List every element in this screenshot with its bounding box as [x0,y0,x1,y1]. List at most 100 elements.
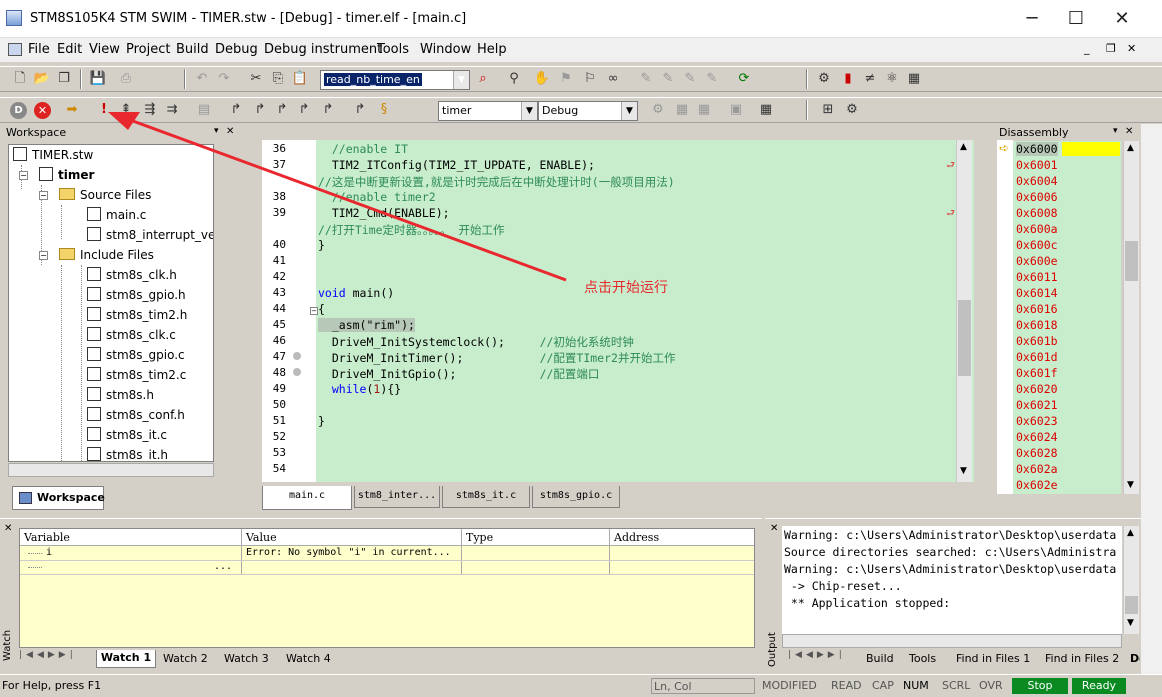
col-variable[interactable]: Variable [24,531,70,544]
doc-icon[interactable] [8,43,22,56]
step-over-icon[interactable]: ⇉ [162,100,182,120]
scroll-up-icon[interactable]: ▲ [1127,143,1134,153]
code-line[interactable]: //enable timer2 [318,190,436,204]
watch-row-value[interactable]: Error: No symbol "i" in current... [246,547,451,558]
code-line[interactable]: DriveM_InitSystemclock(); //初始化系统时钟 [318,334,634,350]
code-line[interactable]: while(1){} [318,382,401,396]
tab-workspace[interactable]: Workspace [12,486,105,510]
watch-grid[interactable]: Variable Value Type Address i Error: No … [19,528,755,648]
toggle-bookmark-icon[interactable]: ⚐ [580,69,600,89]
target-combo[interactable]: timer ▼ [438,101,538,121]
glasses-icon[interactable]: ∞ [603,69,623,89]
breakpoint-prev-icon[interactable]: ✎ [680,69,700,89]
tab-tools[interactable]: Tools [909,652,936,665]
scroll-up-icon[interactable]: ▲ [960,142,967,152]
code-line[interactable]: DriveM_InitTimer(); //配置TImer2并开始工作 [318,350,676,366]
tab-nav-arrows[interactable]: |◀◀▶▶| [788,650,860,666]
disasm-address[interactable]: 0x602e [1016,478,1058,492]
disasm-scrollbar[interactable]: ▲ ▼ [1123,141,1139,494]
panel-dropdown-icon[interactable]: ▾ [214,126,219,136]
tab-watch-4[interactable]: Watch 4 [286,652,331,665]
output-scrollbar[interactable]: ▲ ▼ [1123,526,1139,634]
disasm-address[interactable]: 0x6021 [1016,398,1058,412]
breakpoint-marker-icon[interactable] [293,352,301,360]
tree-file[interactable]: stm8s_gpio.h [87,285,186,305]
menu-tools[interactable]: Tools [377,42,409,57]
chevron-down-icon[interactable]: ▼ [521,102,537,120]
editor-scrollbar[interactable]: ▲ ▼ [956,140,972,482]
tree-file[interactable]: stm8_interrupt_vec [87,225,213,245]
scroll-up-icon[interactable]: ▲ [1127,528,1134,538]
window-layout-icon[interactable]: ⊞ [818,100,838,120]
scrollbar-thumb[interactable] [1125,241,1138,281]
disasm-address[interactable]: 0x601b [1016,334,1058,348]
restart-icon[interactable]: ⇞ [116,100,136,120]
menu-window[interactable]: Window [420,42,471,57]
code-editor[interactable]: 36 37 38 39 40 41 42 43 44 45 46 47 48 49 50 51 52 53 54 /… [262,140,974,482]
tree-file[interactable]: stm8s_clk.c [87,325,176,345]
build-icon[interactable]: ▦ [672,100,692,120]
set-pc-icon[interactable]: § [374,100,394,120]
stop-debug-icon[interactable]: ✕ [34,102,51,119]
menu-view[interactable]: View [89,42,120,57]
step-out-icon[interactable]: ▤ [194,100,214,120]
show-next-icon[interactable]: ↱ [350,100,370,120]
code-line[interactable]: //打开Time定时器。。。。。 开始工作 [318,222,504,238]
disasm-address[interactable]: 0x6000 [1016,142,1058,156]
tab-find-in-files-2[interactable]: Find in Files 2 [1045,652,1119,665]
breakpoint-marker-icon[interactable] [293,368,301,376]
paste-icon[interactable]: 📋 [290,69,310,89]
maximize-button[interactable]: ☐ [1056,6,1096,32]
code-line[interactable]: } [318,414,325,428]
tree-file[interactable]: stm8s_it.h [87,445,168,461]
tab-build[interactable]: Build [866,652,894,665]
mdi-close-icon[interactable]: ✕ [1127,42,1136,55]
scrollbar-thumb[interactable] [1125,596,1138,614]
save-icon[interactable]: 💾 [88,69,108,89]
rebuild-icon[interactable]: ▦ [694,100,714,120]
close-button[interactable]: ✕ [1102,6,1142,32]
col-value[interactable]: Value [246,531,277,544]
not-equal-icon[interactable]: ≠ [860,69,880,89]
tree-project[interactable]: timer [39,165,94,185]
panel-close-icon[interactable]: ✕ [1125,126,1133,137]
redo-icon[interactable]: ↷ [214,69,234,89]
fold-icon[interactable]: − [310,307,318,315]
tab-nav-arrows[interactable]: |◀◀▶▶| [19,650,97,666]
code-line[interactable]: TIM2_ITConfig(TIM2_IT_UPDATE, ENABLE); [318,158,595,172]
disassembly-view[interactable]: 0x6000 0x6001 0x6004 0x6006 0x6008 0x600a 0x60… [1013,141,1121,494]
run-to-return-icon[interactable]: ↱ [318,100,338,120]
col-type[interactable]: Type [466,531,493,544]
run-to-cursor-icon[interactable]: ↱ [294,100,314,120]
tab-watch-3[interactable]: Watch 3 [224,652,269,665]
tree-file[interactable]: stm8s.h [87,385,154,405]
menu-project[interactable]: Project [126,42,170,57]
settings-icon[interactable]: ⚙ [842,100,862,120]
code-line[interactable]: void main() [318,286,394,300]
disasm-address[interactable]: 0x6024 [1016,430,1058,444]
code-line[interactable]: DriveM_InitGpio(); //配置端口 [318,366,600,382]
panel-close-icon[interactable]: ✕ [4,523,12,534]
mdi-minimize-icon[interactable]: _ [1084,42,1090,55]
panel-dropdown-icon[interactable]: ▾ [1113,126,1118,136]
tree-file[interactable]: main.c [87,205,146,225]
tree-root[interactable]: TIMER.stw [13,145,93,165]
menu-debug[interactable]: Debug [215,42,258,57]
watch-row-var[interactable]: ... [214,561,232,572]
hand-icon[interactable]: ✋ [532,69,552,89]
close-file-icon[interactable]: ❐ [54,69,74,89]
disasm-address[interactable]: 0x6001 [1016,158,1058,172]
tab-stm8s-gpio-c[interactable]: stm8s_gpio.c [532,486,620,508]
menu-debug-instrument[interactable]: Debug instrument [264,42,382,57]
breakpoint-icon[interactable]: ✎ [636,69,656,89]
open-folder-icon[interactable]: 📂 [32,69,52,89]
disasm-address[interactable]: 0x600c [1016,238,1058,252]
panel-close-icon[interactable]: ✕ [226,126,234,137]
tree-file[interactable]: stm8s_gpio.c [87,345,185,365]
disasm-address[interactable]: 0x602a [1016,462,1058,476]
disasm-address[interactable]: 0x6023 [1016,414,1058,428]
run-icon[interactable]: ! [94,100,114,120]
code-line[interactable]: _asm("rim"); [318,318,415,332]
tree-file[interactable]: stm8s_it.c [87,425,167,445]
scroll-down-icon[interactable]: ▼ [1127,480,1134,490]
